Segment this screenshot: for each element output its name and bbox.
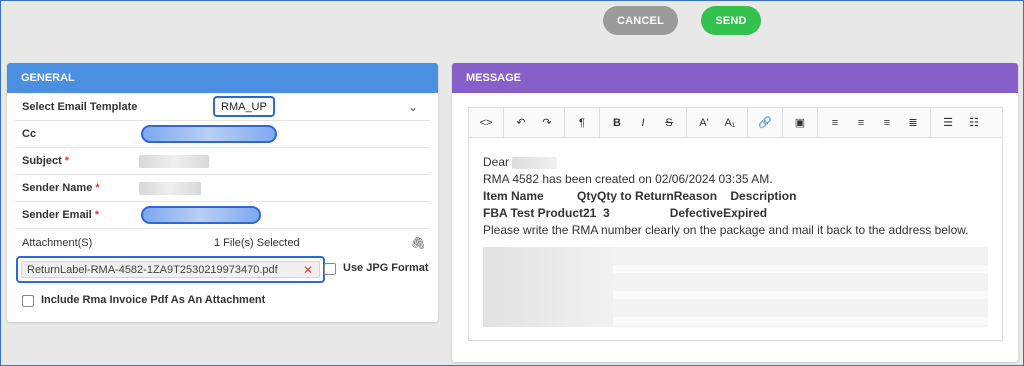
strikethrough-icon[interactable]: S xyxy=(656,111,682,135)
email-template-value: RMA_UP xyxy=(221,100,267,113)
align-right-icon[interactable]: ≡ xyxy=(874,111,900,135)
undo-icon[interactable]: ↶ xyxy=(508,111,534,135)
paragraph-icon[interactable]: ¶ xyxy=(569,111,595,135)
editor-toolbar: <> ↶ ↷ ¶ B I S A' A₁ 🔗 ▣ ≡ ≡ ≡ ≣ ☰ ☷ xyxy=(469,108,1002,138)
use-jpg-label: Use JPG Format xyxy=(343,262,429,274)
message-panel-title: MESSAGE xyxy=(452,63,1018,93)
email-template-select[interactable]: RMA_UP xyxy=(213,96,275,117)
attachments-label: Attachment(S) xyxy=(22,236,93,249)
item-row: FBA Test Product21 3 DefectiveExpired xyxy=(483,206,768,220)
italic-icon[interactable]: I xyxy=(630,111,656,135)
sender-name-label: Sender Name * xyxy=(22,182,100,194)
code-view-icon[interactable]: <> xyxy=(473,111,499,135)
cc-label: Cc xyxy=(22,128,37,140)
cc-row: Cc xyxy=(15,121,430,148)
bullet-list-icon[interactable]: ☰ xyxy=(935,111,961,135)
files-selected-text: 1 File(s) Selected xyxy=(214,236,300,249)
instructions-line: Please write the RMA number clearly on t… xyxy=(483,223,969,237)
greeting-text: Dear xyxy=(483,155,510,169)
align-justify-icon[interactable]: ≣ xyxy=(900,111,926,135)
align-left-icon[interactable]: ≡ xyxy=(822,111,848,135)
use-jpg-checkbox[interactable] xyxy=(324,263,336,275)
subject-label: Subject * xyxy=(22,155,70,167)
include-invoice-checkbox[interactable] xyxy=(22,295,34,307)
include-invoice-label: Include Rma Invoice Pdf As An Attachment xyxy=(41,294,266,306)
email-template-label: Select Email Template xyxy=(22,101,138,113)
image-icon[interactable]: ▣ xyxy=(787,111,813,135)
attachment-file-name: ReturnLabel-RMA-4582-1ZA9T2530219973470.… xyxy=(27,263,278,276)
editor-content: Dear RMA 4582 has been created on 02/06/… xyxy=(469,138,1002,327)
subject-input[interactable] xyxy=(139,155,209,168)
numbered-list-icon[interactable]: ☷ xyxy=(961,111,987,135)
rich-text-editor[interactable]: <> ↶ ↷ ¶ B I S A' A₁ 🔗 ▣ ≡ ≡ ≡ ≣ ☰ ☷ Dea… xyxy=(468,107,1003,341)
cc-input[interactable] xyxy=(141,125,277,143)
chevron-down-icon[interactable]: ⌄ xyxy=(408,100,418,114)
redo-icon[interactable]: ↷ xyxy=(534,111,560,135)
rma-created-line: RMA 4582 has been created on 02/06/2024 … xyxy=(483,172,773,186)
bold-icon[interactable]: B xyxy=(604,111,630,135)
send-button[interactable]: SEND xyxy=(701,6,761,35)
paperclip-icon[interactable]: 🖇 xyxy=(411,236,426,250)
items-header-row: Item Name QtyQty to ReturnReason Descrip… xyxy=(483,189,797,203)
attachments-row: Attachment(S) 1 File(s) Selected 🖇 xyxy=(15,229,430,256)
sender-email-input[interactable] xyxy=(141,206,261,224)
link-icon[interactable]: 🔗 xyxy=(752,111,778,135)
attachment-file-chip: ReturnLabel-RMA-4582-1ZA9T2530219973470.… xyxy=(16,256,325,283)
sender-name-row: Sender Name * xyxy=(15,175,430,202)
subject-row: Subject * xyxy=(15,148,430,175)
message-panel: MESSAGE <> ↶ ↷ ¶ B I S A' A₁ 🔗 ▣ ≡ ≡ ≡ ≣… xyxy=(452,63,1018,362)
subscript-icon[interactable]: A₁ xyxy=(717,111,743,135)
cancel-button[interactable]: CANCEL xyxy=(603,6,678,35)
superscript-icon[interactable]: A' xyxy=(691,111,717,135)
attachment-file: ReturnLabel-RMA-4582-1ZA9T2530219973470.… xyxy=(21,261,320,278)
sender-email-label: Sender Email * xyxy=(22,209,100,221)
email-template-row: Select Email Template RMA_UP ⌄ xyxy=(15,94,430,121)
general-panel: GENERAL Select Email Template RMA_UP ⌄ C… xyxy=(7,63,438,322)
remove-attachment-icon[interactable]: ✕ xyxy=(303,263,313,277)
general-panel-title: GENERAL xyxy=(7,63,438,93)
align-center-icon[interactable]: ≡ xyxy=(848,111,874,135)
recipient-name-redacted xyxy=(512,156,558,169)
address-redacted-block xyxy=(483,247,988,327)
sender-name-input[interactable] xyxy=(139,182,201,195)
sender-email-row: Sender Email * xyxy=(15,202,430,229)
